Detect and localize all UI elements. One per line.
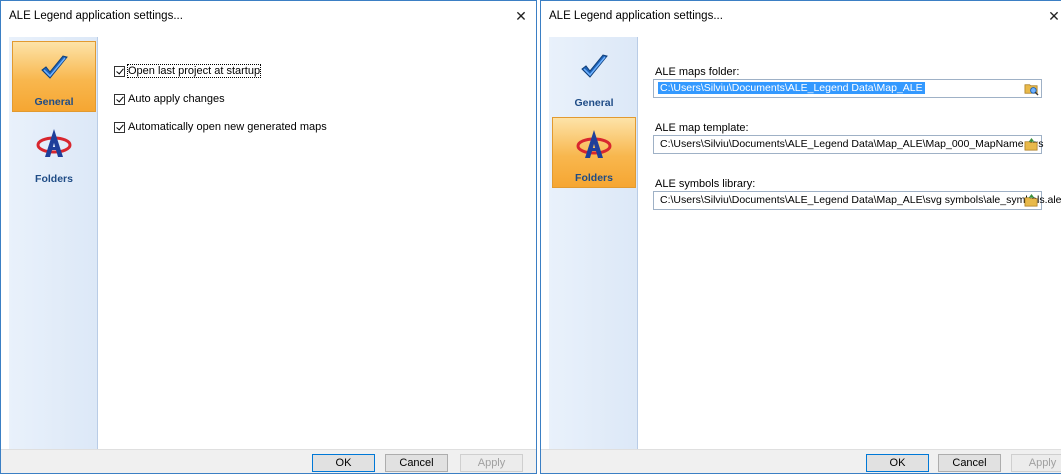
title-bar[interactable]: ALE Legend application settings... ✕: [1, 1, 536, 32]
folders-content: ALE maps folder: C:\Users\Silviu\Documen…: [638, 37, 1061, 450]
apply-button[interactable]: Apply: [460, 454, 523, 472]
close-icon[interactable]: ✕: [1043, 6, 1061, 26]
checkbox-auto-apply[interactable]: [114, 93, 125, 105]
nav-label-folders: Folders: [35, 173, 73, 185]
symbols-library-input[interactable]: C:\Users\Silviu\Documents\ALE_Legend Dat…: [653, 191, 1061, 210]
title-bar[interactable]: ALE Legend application settings... ✕: [541, 1, 1061, 32]
apply-button[interactable]: Apply: [1011, 454, 1061, 472]
nav-label-folders: Folders: [575, 172, 613, 184]
checkmark-icon: [581, 54, 608, 78]
maps-folder-value: C:\Users\Silviu\Documents\ALE_Legend Dat…: [658, 82, 925, 94]
maps-folder-label: ALE maps folder:: [655, 66, 740, 78]
nav-panel: General Folders: [549, 37, 638, 450]
option-label: Automatically open new generated maps: [128, 121, 327, 133]
nav-item-general[interactable]: General: [552, 41, 636, 112]
maps-folder-input[interactable]: C:\Users\Silviu\Documents\ALE_Legend Dat…: [653, 79, 1042, 98]
ok-button[interactable]: OK: [866, 454, 929, 472]
settings-dialog-folders: ALE Legend application settings... ✕ Gen…: [540, 0, 1061, 474]
nav-item-folders[interactable]: Folders: [12, 117, 96, 188]
map-template-label: ALE map template:: [655, 122, 749, 134]
symbols-library-label: ALE symbols library:: [655, 178, 756, 190]
symbols-library-value: C:\Users\Silviu\Documents\ALE_Legend Dat…: [660, 194, 1061, 206]
cancel-button[interactable]: Cancel: [385, 454, 448, 472]
settings-dialog-general: ALE Legend application settings... ✕ Gen…: [0, 0, 537, 474]
folder-browse-icon[interactable]: [1024, 81, 1039, 96]
ale-logo-icon: [36, 129, 72, 157]
close-icon[interactable]: ✕: [510, 6, 532, 26]
window-title: ALE Legend application settings...: [9, 10, 183, 22]
window-title: ALE Legend application settings...: [549, 10, 723, 22]
general-content: Open last project at startup Auto apply …: [98, 37, 536, 450]
option-open-last-project[interactable]: Open last project at startup: [114, 64, 262, 78]
checkbox-open-last-project[interactable]: [114, 65, 125, 77]
button-bar: OK Cancel Apply: [1, 449, 536, 473]
nav-item-folders[interactable]: Folders: [552, 117, 636, 188]
nav-label-general: General: [574, 97, 614, 109]
option-label: Auto apply changes: [128, 93, 225, 105]
map-template-value: C:\Users\Silviu\Documents\ALE_Legend Dat…: [660, 138, 1044, 150]
option-label: Open last project at startup: [126, 64, 262, 78]
cancel-button[interactable]: Cancel: [938, 454, 1001, 472]
ok-button[interactable]: OK: [312, 454, 375, 472]
map-template-input[interactable]: C:\Users\Silviu\Documents\ALE_Legend Dat…: [653, 135, 1044, 154]
checkmark-icon: [41, 55, 68, 79]
nav-panel: General Folders: [9, 37, 98, 450]
open-file-icon[interactable]: [1024, 193, 1039, 208]
ale-logo-icon: [576, 130, 612, 158]
option-auto-apply[interactable]: Auto apply changes: [114, 92, 225, 106]
checkbox-auto-open-maps[interactable]: [114, 121, 125, 133]
nav-label-general: General: [34, 96, 74, 108]
nav-item-general[interactable]: General: [12, 41, 96, 112]
button-bar: OK Cancel Apply: [541, 449, 1061, 473]
open-file-icon[interactable]: [1024, 137, 1039, 152]
option-auto-open-maps[interactable]: Automatically open new generated maps: [114, 120, 327, 134]
